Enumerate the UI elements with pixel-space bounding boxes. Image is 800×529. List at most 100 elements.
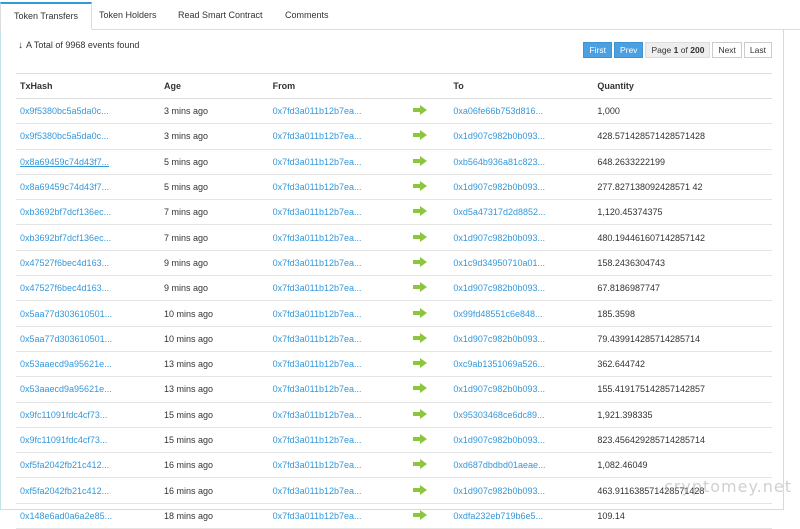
to-address-link[interactable]: 0x1d907c982b0b093... bbox=[453, 334, 545, 344]
table-row: 0x148e6ad0a6a2e85... 18 mins ago 0x7fd3a01… bbox=[16, 503, 772, 529]
txhash-link[interactable]: 0x53aaecd9a95621e... bbox=[20, 384, 112, 394]
age-cell: 3 mins ago bbox=[160, 98, 269, 125]
to-address-link[interactable]: 0x99fd48551c6e848... bbox=[453, 309, 542, 319]
from-address-link[interactable]: 0x7fd3a011b12b7ea... bbox=[273, 486, 362, 496]
table-row: 0x53aaecd9a95621e... 13 mins ago 0x7fd3a01… bbox=[16, 376, 772, 403]
txhash-link[interactable]: 0x9fc11091fdc4cf73... bbox=[20, 410, 107, 420]
page-of: of bbox=[680, 45, 688, 55]
txhash-link[interactable]: 0x9fc11091fdc4cf73... bbox=[20, 435, 107, 445]
txhash-link[interactable]: 0x148e6ad0a6a2e85... bbox=[20, 511, 112, 521]
direction-cell bbox=[408, 503, 450, 529]
table-row: 0x9f5380bc5a5da0c... 3 mins ago 0x7fd3a011… bbox=[16, 98, 772, 125]
first-page-button[interactable]: First bbox=[583, 42, 612, 58]
tab-token-transfers[interactable]: Token Transfers bbox=[0, 2, 93, 30]
direction-cell bbox=[408, 199, 450, 226]
age-cell: 18 mins ago bbox=[160, 503, 269, 529]
prev-page-button[interactable]: Prev bbox=[613, 42, 644, 58]
to-address-link[interactable]: 0x1d907c982b0b093... bbox=[453, 486, 545, 496]
txhash-link[interactable]: 0xb3692bf7dcf136ec... bbox=[20, 233, 111, 243]
from-address-link[interactable]: 0x7fd3a011b12b7ea... bbox=[273, 233, 362, 243]
txhash-link[interactable]: 0x5aa77d303610501... bbox=[20, 309, 112, 319]
header-from: From bbox=[268, 73, 409, 99]
to-address-link[interactable]: 0xd687dbdbd01aeae... bbox=[453, 460, 545, 470]
table-row: 0xf5fa2042fb21c412... 16 mins ago 0x7fd3a0… bbox=[16, 477, 772, 504]
txhash-link[interactable]: 0x8a69459c74d43f7... bbox=[20, 182, 109, 192]
from-address-link[interactable]: 0x7fd3a011b12b7ea... bbox=[273, 511, 362, 521]
from-address-link[interactable]: 0x7fd3a011b12b7ea... bbox=[273, 207, 362, 217]
arrow-right-icon bbox=[412, 408, 427, 421]
age-cell: 16 mins ago bbox=[160, 452, 269, 479]
from-address-link[interactable]: 0x7fd3a011b12b7ea... bbox=[273, 460, 362, 470]
arrow-right-icon bbox=[412, 282, 427, 294]
txhash-link[interactable]: 0x9f5380bc5a5da0c... bbox=[20, 131, 109, 141]
from-address-link[interactable]: 0x7fd3a011b12b7ea... bbox=[273, 359, 362, 369]
quantity-cell: 428.571428571428571428 bbox=[593, 123, 772, 150]
table-row: 0x5aa77d303610501... 10 mins ago 0x7fd3a01… bbox=[16, 300, 772, 327]
direction-cell bbox=[408, 427, 450, 454]
quantity-cell: 1,000 bbox=[593, 98, 772, 125]
arrow-right-icon bbox=[412, 434, 427, 446]
to-address-link[interactable]: 0xd5a47317d2d8852... bbox=[453, 207, 545, 217]
to-address-link[interactable]: 0xa06fe66b753d816... bbox=[453, 106, 543, 116]
quantity-cell: 155.419175142857142857 bbox=[593, 376, 772, 403]
table-row: 0x47527f6bec4d163... 9 mins ago 0x7fd3a011… bbox=[16, 250, 772, 277]
from-address-link[interactable]: 0x7fd3a011b12b7ea... bbox=[273, 258, 362, 268]
age-cell: 13 mins ago bbox=[160, 376, 269, 403]
last-page-button[interactable]: Last bbox=[743, 42, 772, 58]
arrow-right-icon bbox=[412, 509, 427, 522]
to-address-link[interactable]: 0x1d907c982b0b093... bbox=[453, 435, 545, 445]
txhash-link[interactable]: 0x53aaecd9a95621e... bbox=[20, 359, 112, 369]
age-cell: 16 mins ago bbox=[160, 477, 269, 504]
tab-read-smart-contract[interactable]: Read Smart Contract bbox=[165, 2, 276, 30]
table-row: 0x9fc11091fdc4cf73... 15 mins ago 0x7fd3a0… bbox=[16, 402, 772, 428]
to-address-link[interactable]: 0x1d907c982b0b093... bbox=[453, 384, 545, 394]
txhash-link[interactable]: 0xb3692bf7dcf136ec... bbox=[20, 207, 111, 217]
txhash-link[interactable]: 0x8a69459c74d43f7... bbox=[20, 157, 109, 167]
from-address-link[interactable]: 0x7fd3a011b12b7ea... bbox=[273, 131, 362, 141]
txhash-link[interactable]: 0x47527f6bec4d163... bbox=[20, 283, 109, 293]
from-address-link[interactable]: 0x7fd3a011b12b7ea... bbox=[273, 384, 362, 394]
table-row: 0x53aaecd9a95621e... 13 mins ago 0x7fd3a01… bbox=[16, 351, 772, 378]
to-address-link[interactable]: 0x1d907c982b0b093... bbox=[453, 233, 545, 243]
txhash-link[interactable]: 0x47527f6bec4d163... bbox=[20, 258, 109, 268]
from-address-link[interactable]: 0x7fd3a011b12b7ea... bbox=[273, 157, 362, 167]
to-address-link[interactable]: 0xc9ab1351069a526... bbox=[453, 359, 545, 369]
direction-cell bbox=[408, 300, 450, 327]
to-address-link[interactable]: 0xdfa232eb719b6e5... bbox=[453, 511, 543, 521]
tab-token-holders[interactable]: Token Holders bbox=[86, 2, 170, 30]
table-row: 0x9f5380bc5a5da0c... 3 mins ago 0x7fd3a011… bbox=[16, 123, 772, 150]
to-address-link[interactable]: 0x1d907c982b0b093... bbox=[453, 182, 545, 192]
from-address-link[interactable]: 0x7fd3a011b12b7ea... bbox=[273, 435, 362, 445]
tab-comments[interactable]: Comments bbox=[272, 2, 342, 30]
from-address-link[interactable]: 0x7fd3a011b12b7ea... bbox=[273, 410, 362, 420]
to-address-link[interactable]: 0x1d907c982b0b093... bbox=[453, 131, 545, 141]
from-address-link[interactable]: 0x7fd3a011b12b7ea... bbox=[273, 309, 362, 319]
txhash-link[interactable]: 0xf5fa2042fb21c412... bbox=[20, 460, 109, 470]
age-cell: 9 mins ago bbox=[160, 250, 269, 277]
to-address-link[interactable]: 0x1d907c982b0b093... bbox=[453, 283, 545, 293]
txhash-link[interactable]: 0x9f5380bc5a5da0c... bbox=[20, 106, 109, 116]
direction-cell bbox=[408, 123, 450, 150]
next-page-button[interactable]: Next bbox=[712, 42, 742, 58]
table-body: 0x9f5380bc5a5da0c... 3 mins ago 0x7fd3a011… bbox=[16, 98, 772, 529]
txhash-link[interactable]: 0x5aa77d303610501... bbox=[20, 334, 112, 344]
watermark: cryptomey.net bbox=[663, 477, 792, 496]
from-address-link[interactable]: 0x7fd3a011b12b7ea... bbox=[273, 182, 362, 192]
arrow-right-icon bbox=[412, 130, 427, 142]
arrow-right-icon bbox=[412, 256, 427, 269]
direction-cell bbox=[408, 98, 450, 125]
quantity-cell: 67.8186987747 bbox=[593, 275, 772, 302]
to-address-link[interactable]: 0xb564b936a81c823... bbox=[453, 157, 545, 167]
direction-cell bbox=[408, 149, 450, 175]
header-txhash: TxHash bbox=[16, 73, 161, 99]
table-row: 0x8a69459c74d43f7... 5 mins ago 0x7fd3a011… bbox=[16, 149, 772, 175]
txhash-link[interactable]: 0xf5fa2042fb21c412... bbox=[20, 486, 109, 496]
page-total: 200 bbox=[690, 45, 705, 55]
to-address-link[interactable]: 0x1c9d34950710a01... bbox=[453, 258, 545, 268]
from-address-link[interactable]: 0x7fd3a011b12b7ea... bbox=[273, 106, 362, 116]
pagination: First Prev Page 1 of 200 Next Last bbox=[583, 42, 772, 58]
to-address-link[interactable]: 0x95303468ce6dc89... bbox=[453, 410, 544, 420]
age-cell: 7 mins ago bbox=[160, 199, 269, 226]
from-address-link[interactable]: 0x7fd3a011b12b7ea... bbox=[273, 334, 362, 344]
from-address-link[interactable]: 0x7fd3a011b12b7ea... bbox=[273, 283, 362, 293]
